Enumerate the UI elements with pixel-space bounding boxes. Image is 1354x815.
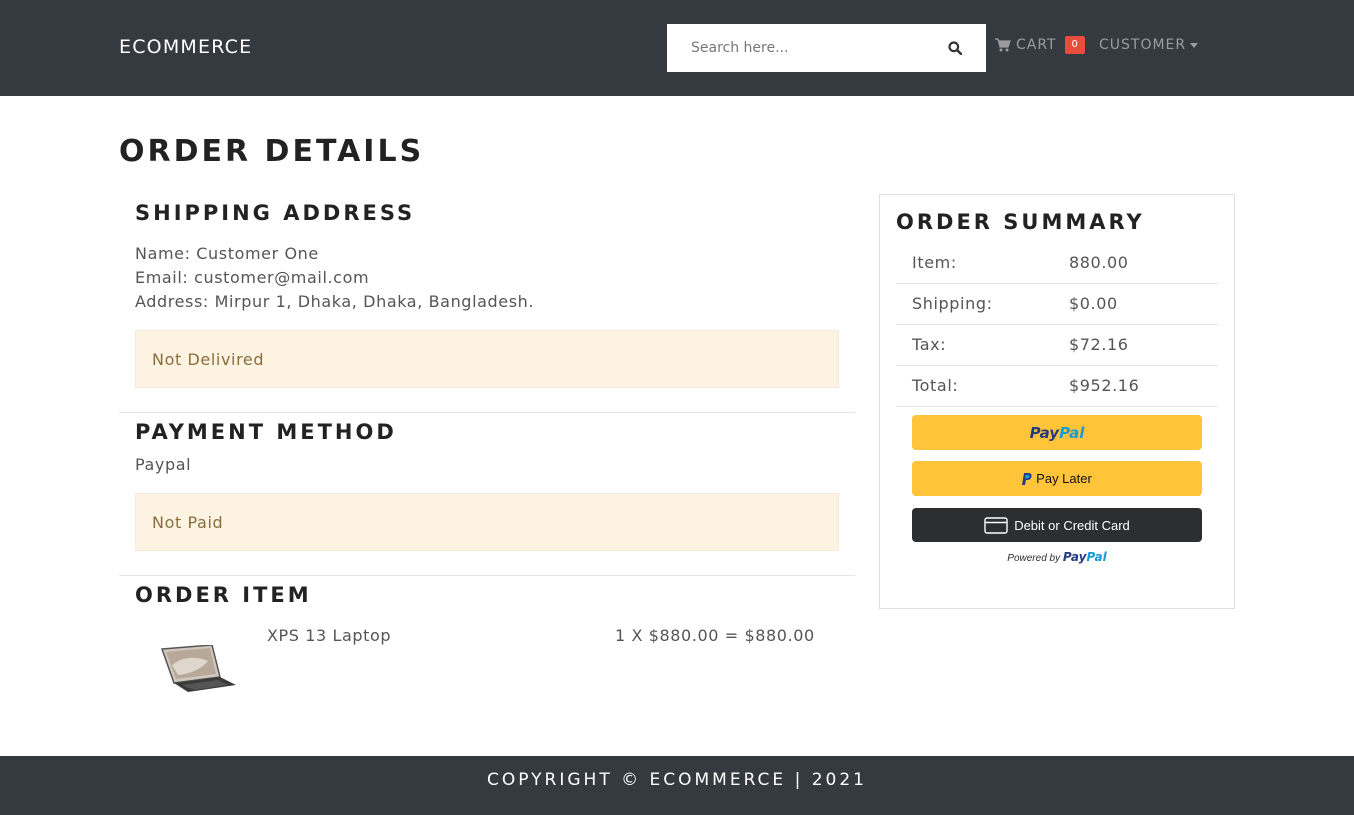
debit-credit-card-button[interactable]: Debit or Credit Card: [912, 508, 1202, 542]
cart-count-badge: 0: [1064, 36, 1085, 54]
customer-label: CUSTOMER: [1099, 37, 1187, 53]
paypal-pay-later-button[interactable]: Pay Later: [912, 461, 1202, 496]
payment-status-alert: Not Paid: [135, 493, 839, 551]
paypal-logo: PayPal: [1062, 550, 1107, 564]
shipping-email: Email: customer@mail.com: [135, 268, 370, 287]
pay-later-label: Pay Later: [1036, 471, 1092, 486]
divider: [119, 412, 855, 413]
summary-row-tax: Tax: $72.16: [896, 325, 1218, 366]
caret-down-icon: [1190, 42, 1199, 48]
summary-label: Tax:: [912, 335, 947, 354]
cart-link[interactable]: CART 0: [995, 36, 1085, 54]
delivery-status-text: Not Delivired: [152, 349, 265, 369]
powered-by-paypal: Powered by PayPal: [1007, 550, 1107, 564]
shipping-heading: SHIPPING ADDRESS: [135, 201, 416, 225]
laptop-image: [160, 645, 236, 692]
summary-label: Item:: [912, 253, 957, 272]
summary-value: $0.00: [1069, 294, 1118, 313]
page-title: ORDER DETAILS: [119, 134, 425, 169]
paypal-button[interactable]: PayPal: [912, 415, 1202, 450]
payment-heading: PAYMENT METHOD: [135, 420, 397, 444]
footer-copyright: COPYRIGHT © ECOMMERCE | 2021: [487, 770, 867, 790]
summary-row-total: Total: $952.16: [896, 366, 1218, 407]
delivery-status-alert: Not Delivired: [135, 330, 839, 388]
payment-status-text: Not Paid: [152, 512, 224, 532]
divider: [119, 575, 855, 576]
credit-card-icon: [984, 516, 1008, 534]
search-icon: [948, 41, 962, 55]
shipping-address: Address: Mirpur 1, Dhaka, Dhaka, Banglad…: [135, 292, 535, 311]
order-item-heading: ORDER ITEM: [135, 583, 312, 607]
order-item-calc: 1 X $880.00 = $880.00: [615, 626, 815, 645]
search-button[interactable]: [924, 24, 986, 72]
brand-logo[interactable]: ECOMMERCE: [119, 36, 252, 58]
summary-value: $952.16: [1069, 376, 1140, 395]
summary-label: Shipping:: [912, 294, 993, 313]
shipping-name: Name: Customer One: [135, 244, 319, 263]
order-item-name[interactable]: XPS 13 Laptop: [267, 626, 391, 645]
search-input[interactable]: [667, 24, 924, 72]
summary-value: $72.16: [1069, 335, 1129, 354]
summary-row-shipping: Shipping: $0.00: [896, 284, 1218, 325]
summary-label: Total:: [912, 376, 959, 395]
shopping-cart-icon: [995, 38, 1011, 52]
paypal-logo: PayPal: [1029, 423, 1085, 442]
customer-dropdown[interactable]: CUSTOMER: [1099, 37, 1199, 53]
summary-row-item: Item: 880.00: [896, 243, 1218, 284]
paypal-p-icon: [1022, 472, 1032, 485]
debit-credit-card-label: Debit or Credit Card: [1014, 517, 1130, 533]
payment-method: Paypal: [135, 455, 192, 474]
order-summary-heading: ORDER SUMMARY: [896, 210, 1145, 234]
cart-label: CART: [1016, 37, 1057, 53]
summary-value: 880.00: [1069, 253, 1129, 272]
